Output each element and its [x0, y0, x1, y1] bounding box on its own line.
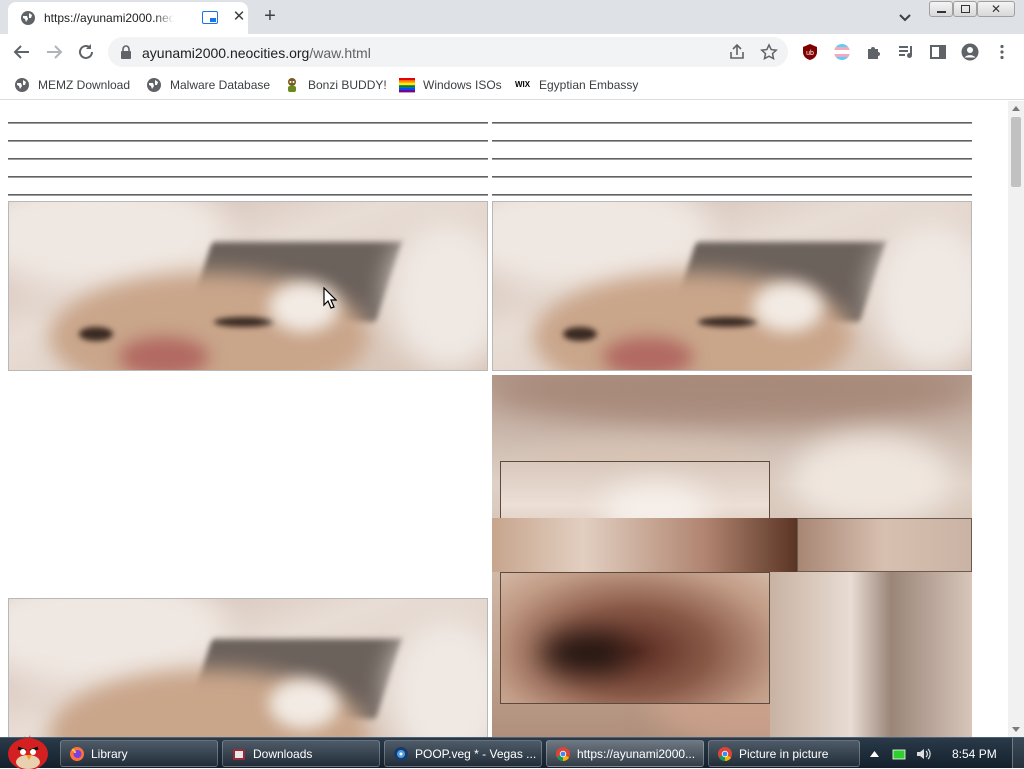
media-control-icon[interactable] [897, 43, 915, 61]
chrome-icon [556, 746, 570, 761]
ublock-origin-icon[interactable]: ub [801, 43, 819, 61]
reload-icon[interactable] [75, 41, 97, 63]
taskbar-label: Downloads [253, 746, 313, 761]
address-bar[interactable]: ayunami2000.neocities.org/waw.html [108, 37, 788, 67]
share-icon[interactable] [728, 43, 746, 61]
forward-arrow-icon[interactable] [43, 41, 65, 63]
bookmark-star-icon[interactable] [760, 43, 778, 61]
taskbar-item-chrome-page[interactable]: https://ayunami2000... [546, 740, 704, 767]
glitch-frame [797, 518, 972, 572]
taskbar-item-picture-in-picture[interactable]: Picture in picture [708, 740, 860, 767]
horizontal-rule [492, 122, 972, 124]
battery-icon[interactable] [892, 747, 906, 761]
taskbar-clock[interactable]: 8:54 PM [952, 747, 997, 761]
tray-expand-arrow-icon[interactable] [870, 750, 879, 757]
extensions-puzzle-icon[interactable] [865, 43, 883, 61]
horizontal-rule [8, 158, 488, 160]
lock-icon[interactable] [120, 45, 132, 59]
bookmark-memz-download[interactable]: MEMZ Download [14, 76, 130, 94]
profile-avatar-icon[interactable] [961, 43, 979, 61]
scrollbar-thumb[interactable] [1011, 117, 1021, 187]
globe-icon [147, 78, 161, 92]
hamster-image [492, 201, 972, 371]
wix-icon: WIX [515, 80, 531, 89]
web-page-content [0, 101, 1008, 737]
horizontal-rule [492, 194, 972, 196]
globe-icon [15, 78, 29, 92]
taskbar-item-downloads[interactable]: Downloads [222, 740, 380, 767]
glitch-frame [492, 518, 797, 572]
scroll-up-arrow-icon[interactable] [1012, 105, 1020, 111]
url-text: ayunami2000.neocities.org/waw.html [142, 45, 371, 61]
mouse-cursor-icon [323, 287, 337, 309]
bookmarks-bar: MEMZ Download Malware Database Bonzi BUD… [0, 70, 1024, 100]
url-host: ayunami2000.neocities.org [142, 45, 310, 61]
hamster-image [8, 201, 488, 371]
chrome-icon [718, 746, 732, 761]
vegas-icon [394, 746, 408, 761]
bookmark-label: Egyptian Embassy [539, 78, 639, 92]
taskbar-item-library[interactable]: Library [60, 740, 218, 767]
browser-toolbar: ayunami2000.neocities.org/waw.html ub [0, 34, 1024, 70]
firefox-icon [70, 746, 84, 761]
taskbar-label: Picture in picture [739, 746, 829, 761]
tab-strip: https://ayunami2000.neocities.org/waw.ht… [0, 0, 1024, 34]
close-window-button[interactable]: ✕ [977, 1, 1015, 17]
taskbar-label: https://ayunami2000... [577, 746, 696, 761]
bookmark-label: Bonzi BUDDY! [308, 78, 387, 92]
bookmark-malware-database[interactable]: Malware Database [146, 76, 270, 94]
angry-bird-start-icon[interactable] [2, 732, 52, 769]
bookmark-label: Malware Database [170, 78, 271, 92]
svg-text:ub: ub [806, 50, 814, 57]
tab-close-button[interactable]: ✕ [230, 8, 248, 26]
horizontal-rule [492, 140, 972, 142]
taskbar-label: POOP.veg * - Vegas ... [415, 746, 537, 761]
trans-flag-extension-icon[interactable] [833, 43, 851, 61]
bookmark-label: MEMZ Download [38, 78, 131, 92]
bonzi-icon [288, 78, 296, 92]
menu-kebab-icon[interactable] [993, 43, 1011, 61]
horizontal-rule [8, 122, 488, 124]
url-path: /waw.html [309, 45, 371, 61]
horizontal-rule [8, 176, 488, 178]
glitch-frame [500, 572, 770, 704]
bookmark-windows-isos[interactable]: Windows ISOs [399, 76, 502, 94]
bookmark-bonzi-buddy[interactable]: Bonzi BUDDY! [284, 76, 387, 94]
horizontal-rule [492, 158, 972, 160]
bookmark-egyptian-embassy[interactable]: WIX Egyptian Embassy [515, 76, 638, 94]
horizontal-rule [8, 194, 488, 196]
rainbow-flag-icon [399, 78, 415, 93]
tab-search-chevron-icon[interactable] [896, 8, 914, 26]
glitch-frame [770, 572, 972, 737]
picture-in-picture-icon[interactable] [202, 11, 218, 24]
hamster-image [8, 598, 488, 737]
bookmark-label: Windows ISOs [423, 78, 502, 92]
taskbar-label: Library [91, 746, 128, 761]
show-desktop-button[interactable] [1012, 738, 1024, 769]
folder-icon [233, 748, 245, 760]
system-tray [862, 738, 1024, 769]
browser-tab[interactable]: https://ayunami2000.neocities.org/waw.ht… [8, 2, 248, 34]
side-panel-icon[interactable] [929, 43, 947, 61]
new-tab-button[interactable]: + [259, 6, 281, 28]
globe-icon [21, 11, 35, 25]
tab-title: https://ayunami2000.neocities.org/waw.ht… [44, 11, 174, 25]
scroll-down-arrow-icon[interactable] [1012, 727, 1020, 733]
taskbar-item-vegas[interactable]: POOP.veg * - Vegas ... [384, 740, 542, 767]
volume-icon[interactable] [915, 746, 931, 762]
page-scrollbar[interactable] [1008, 101, 1024, 737]
minimize-button[interactable] [929, 1, 953, 17]
restore-button[interactable] [953, 1, 977, 17]
horizontal-rule [8, 140, 488, 142]
taskbar: Library Downloads POOP.veg * - Vegas ...… [0, 735, 1024, 769]
back-arrow-icon[interactable] [11, 41, 33, 63]
horizontal-rule [492, 176, 972, 178]
